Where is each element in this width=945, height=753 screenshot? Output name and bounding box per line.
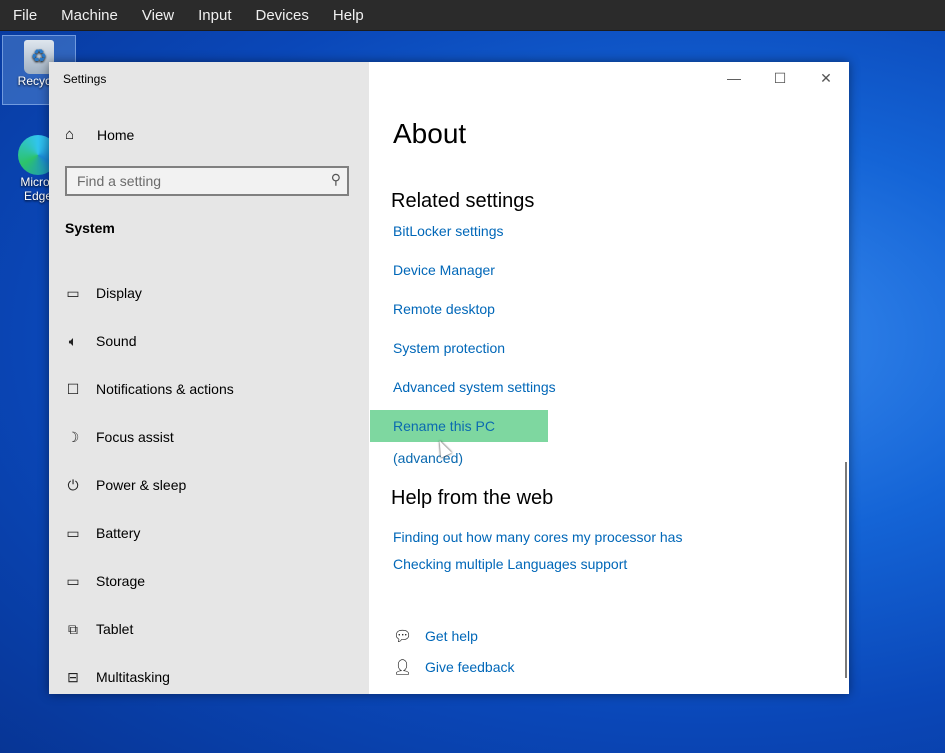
menu-machine[interactable]: Machine xyxy=(48,7,129,24)
search-input[interactable] xyxy=(67,168,327,194)
processor-cores-help-link[interactable]: Finding out how many cores my processor … xyxy=(393,528,682,555)
tablet-icon: ⧉ xyxy=(68,620,78,637)
sidebar-item-display[interactable]: ▭ Display xyxy=(49,269,369,317)
related-settings-links: BitLocker settings Device Manager Remote… xyxy=(370,222,556,466)
settings-window: Settings ⌂ Home ⚲ System ▭ Display 🔈︎ So… xyxy=(49,62,849,694)
host-menubar: File Machine View Input Devices Help xyxy=(0,0,945,31)
power-icon: ⏻ xyxy=(67,476,79,493)
minimize-button[interactable]: — xyxy=(711,62,757,94)
rename-pc-advanced-link[interactable]: Rename this PC (advanced) xyxy=(370,410,548,466)
give-feedback-link[interactable]: 👤︎ Give feedback xyxy=(393,651,515,682)
sidebar-item-power-sleep[interactable]: ⏻ Power & sleep xyxy=(49,461,369,509)
scrollbar[interactable] xyxy=(845,462,847,678)
sidebar-item-notifications[interactable]: ☐ Notifications & actions xyxy=(49,365,369,413)
sidebar-nav: ▭ Display 🔈︎ Sound ☐ Notifications & act… xyxy=(49,269,369,701)
menu-help[interactable]: Help xyxy=(320,7,375,24)
sidebar-item-storage[interactable]: ▭ Storage xyxy=(49,557,369,605)
menu-input[interactable]: Input xyxy=(185,7,242,24)
languages-support-help-link[interactable]: Checking multiple Languages support xyxy=(393,555,682,582)
menu-file[interactable]: File xyxy=(0,7,48,24)
related-settings-heading: Related settings xyxy=(391,190,535,212)
home-label: Home xyxy=(97,126,135,143)
sidebar-item-label: Focus assist xyxy=(96,429,174,445)
help-from-web-heading: Help from the web xyxy=(391,487,554,509)
sidebar-item-label: Battery xyxy=(96,525,141,541)
sidebar-item-label: Display xyxy=(96,285,142,301)
sidebar-item-label: Sound xyxy=(96,333,137,349)
home-nav-item[interactable]: ⌂ Home xyxy=(65,126,134,143)
section-heading: System xyxy=(65,220,115,236)
close-button[interactable]: ✕ xyxy=(803,62,849,94)
help-links: Finding out how many cores my processor … xyxy=(393,528,682,582)
footer-actions: 💬︎ Get help 👤︎ Give feedback xyxy=(393,620,515,682)
remote-desktop-link[interactable]: Remote desktop xyxy=(393,300,556,339)
moon-icon: ☽ xyxy=(66,428,80,445)
sidebar-item-label: Multitasking xyxy=(96,669,170,685)
sidebar-item-tablet[interactable]: ⧉ Tablet xyxy=(49,605,369,653)
sidebar-item-label: Power & sleep xyxy=(96,477,187,493)
get-help-label: Get help xyxy=(425,627,478,644)
sidebar-item-sound[interactable]: 🔈︎ Sound xyxy=(49,317,369,365)
menu-devices[interactable]: Devices xyxy=(243,7,320,24)
display-icon: ▭ xyxy=(66,284,80,301)
menu-view[interactable]: View xyxy=(129,7,185,24)
sound-icon: 🔈︎ xyxy=(68,332,78,349)
sidebar-item-multitasking[interactable]: ⊟ Multitasking xyxy=(49,653,369,701)
notifications-icon: ☐ xyxy=(66,380,80,397)
chat-help-icon: 💬︎ xyxy=(393,627,413,645)
sidebar-item-label: Tablet xyxy=(96,621,134,637)
bitlocker-settings-link[interactable]: BitLocker settings xyxy=(393,222,556,261)
storage-icon: ▭ xyxy=(66,572,80,589)
multitasking-icon: ⊟ xyxy=(67,668,79,685)
system-protection-link[interactable]: System protection xyxy=(393,339,556,378)
search-icon[interactable]: ⚲ xyxy=(331,171,341,188)
sidebar-item-battery[interactable]: ▭ Battery xyxy=(49,509,369,557)
device-manager-link[interactable]: Device Manager xyxy=(393,261,556,300)
home-icon: ⌂ xyxy=(65,126,75,143)
feedback-icon: 👤︎ xyxy=(393,658,413,676)
sidebar-item-focus-assist[interactable]: ☽ Focus assist xyxy=(49,413,369,461)
window-title: Settings xyxy=(63,72,107,86)
page-title: About xyxy=(393,118,467,149)
maximize-button[interactable]: ☐ xyxy=(757,62,803,94)
settings-sidebar: Settings ⌂ Home ⚲ System ▭ Display 🔈︎ So… xyxy=(49,62,369,694)
get-help-link[interactable]: 💬︎ Get help xyxy=(393,620,515,651)
window-controls: — ☐ ✕ xyxy=(711,62,849,94)
sidebar-item-label: Notifications & actions xyxy=(96,381,234,397)
search-box: ⚲ xyxy=(65,166,349,196)
give-feedback-label: Give feedback xyxy=(425,658,515,675)
sidebar-item-label: Storage xyxy=(96,573,146,589)
battery-icon: ▭ xyxy=(66,524,80,541)
